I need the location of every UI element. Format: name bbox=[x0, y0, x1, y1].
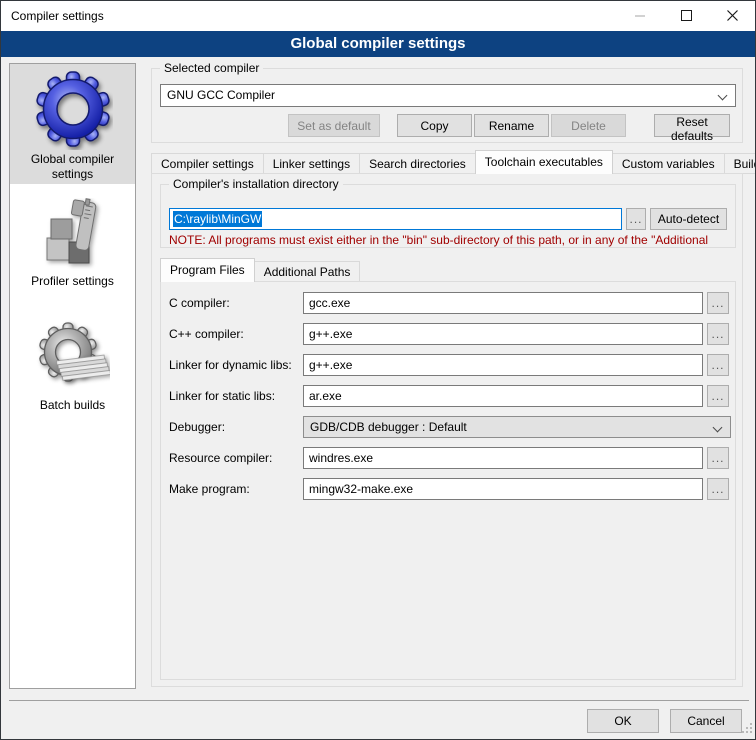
tab-build-options[interactable]: Build bbox=[724, 153, 756, 174]
bin-subdirectory-note: NOTE: All programs must exist either in … bbox=[169, 233, 733, 247]
debugger-value: GDB/CDB debugger : Default bbox=[310, 420, 467, 434]
auto-detect-button[interactable]: Auto-detect bbox=[650, 208, 727, 230]
toolchain-executables-page: Compiler's installation directory C:\ray… bbox=[151, 173, 743, 687]
selected-compiler-select[interactable]: GNU GCC Compiler bbox=[160, 84, 736, 107]
reset-defaults-button[interactable]: Reset defaults bbox=[654, 114, 730, 137]
c-compiler-browse-button[interactable]: ... bbox=[707, 292, 729, 314]
ok-button[interactable]: OK bbox=[587, 709, 659, 733]
field-row-dynamic-linker: Linker for dynamic libs: ... bbox=[161, 354, 735, 376]
cpp-compiler-label: C++ compiler: bbox=[169, 323, 244, 345]
window-title: Compiler settings bbox=[11, 1, 104, 31]
tab-search-directories[interactable]: Search directories bbox=[359, 153, 476, 174]
installation-directory-input[interactable]: C:\raylib\MinGW bbox=[169, 208, 622, 230]
field-row-cpp-compiler: C++ compiler: ... bbox=[161, 323, 735, 345]
maximize-icon bbox=[681, 9, 692, 24]
dynamic-linker-input[interactable] bbox=[303, 354, 703, 376]
rename-button[interactable]: Rename bbox=[474, 114, 549, 137]
dynamic-linker-label: Linker for dynamic libs: bbox=[169, 354, 292, 376]
dynamic-linker-browse-button[interactable]: ... bbox=[707, 354, 729, 376]
profiler-settings-icon bbox=[37, 198, 109, 272]
resource-compiler-label: Resource compiler: bbox=[169, 447, 272, 469]
subtab-additional-paths[interactable]: Additional Paths bbox=[254, 261, 361, 282]
tab-custom-variables[interactable]: Custom variables bbox=[612, 153, 725, 174]
maximize-button[interactable] bbox=[663, 1, 709, 31]
make-program-input[interactable] bbox=[303, 478, 703, 500]
close-icon bbox=[727, 9, 738, 24]
c-compiler-label: C compiler: bbox=[169, 292, 230, 314]
sidebar-item-label: Profiler settings bbox=[10, 274, 135, 289]
minimize-icon bbox=[635, 9, 645, 24]
footer-divider bbox=[9, 700, 749, 701]
close-button[interactable] bbox=[709, 1, 755, 31]
field-row-static-linker: Linker for static libs: ... bbox=[161, 385, 735, 407]
subtab-program-files[interactable]: Program Files bbox=[160, 258, 255, 282]
selected-compiler-value: GNU GCC Compiler bbox=[167, 88, 275, 102]
installation-directory-value: C:\raylib\MinGW bbox=[173, 211, 262, 227]
page-title: Global compiler settings bbox=[1, 31, 755, 57]
caption-buttons bbox=[617, 1, 755, 31]
compiler-settings-dialog: Compiler settings Global compiler settin… bbox=[0, 0, 756, 740]
settings-tabstrip: Compiler settings Linker settings Search… bbox=[151, 150, 756, 174]
debugger-label: Debugger: bbox=[169, 416, 225, 438]
batch-builds-icon bbox=[36, 320, 110, 396]
sidebar-item-batch-builds[interactable]: Batch builds bbox=[10, 316, 135, 426]
sidebar-item-profiler-settings[interactable]: Profiler settings bbox=[10, 194, 135, 304]
minimize-button[interactable] bbox=[617, 1, 663, 31]
program-files-page: C compiler: ... C++ compiler: ... Linker… bbox=[160, 281, 736, 680]
debugger-select[interactable]: GDB/CDB debugger : Default bbox=[303, 416, 731, 438]
sidebar-item-label: Global compiler settings bbox=[10, 152, 135, 182]
field-row-make-program: Make program: ... bbox=[161, 478, 735, 500]
sidebar-item-global-compiler-settings[interactable]: Global compiler settings bbox=[10, 64, 135, 184]
delete-button[interactable]: Delete bbox=[551, 114, 626, 137]
installation-directory-browse-button[interactable]: ... bbox=[626, 208, 646, 230]
set-as-default-button[interactable]: Set as default bbox=[288, 114, 380, 137]
installation-directory-legend: Compiler's installation directory bbox=[169, 177, 343, 192]
tab-toolchain-executables[interactable]: Toolchain executables bbox=[475, 150, 613, 174]
static-linker-input[interactable] bbox=[303, 385, 703, 407]
static-linker-label: Linker for static libs: bbox=[169, 385, 275, 407]
titlebar[interactable]: Compiler settings bbox=[1, 1, 755, 31]
global-compiler-settings-gear-icon bbox=[33, 68, 113, 150]
selected-compiler-legend: Selected compiler bbox=[160, 61, 263, 76]
static-linker-browse-button[interactable]: ... bbox=[707, 385, 729, 407]
tab-compiler-settings[interactable]: Compiler settings bbox=[151, 153, 264, 174]
paths-tabstrip: Program Files Additional Paths bbox=[160, 258, 359, 282]
tab-linker-settings[interactable]: Linker settings bbox=[263, 153, 360, 174]
sidebar-item-label: Batch builds bbox=[10, 398, 135, 413]
cancel-button[interactable]: Cancel bbox=[670, 709, 742, 733]
cpp-compiler-input[interactable] bbox=[303, 323, 703, 345]
field-row-c-compiler: C compiler: ... bbox=[161, 292, 735, 314]
installation-directory-group: Compiler's installation directory C:\ray… bbox=[160, 184, 736, 248]
chevron-down-icon bbox=[718, 91, 728, 101]
c-compiler-input[interactable] bbox=[303, 292, 703, 314]
make-program-label: Make program: bbox=[169, 478, 250, 500]
chevron-down-icon bbox=[713, 423, 723, 433]
field-row-resource-compiler: Resource compiler: ... bbox=[161, 447, 735, 469]
resource-compiler-browse-button[interactable]: ... bbox=[707, 447, 729, 469]
resource-compiler-input[interactable] bbox=[303, 447, 703, 469]
field-row-debugger: Debugger: GDB/CDB debugger : Default bbox=[161, 416, 735, 438]
copy-button[interactable]: Copy bbox=[397, 114, 472, 137]
resize-grip[interactable] bbox=[742, 722, 752, 736]
selected-compiler-group: Selected compiler GNU GCC Compiler Set a… bbox=[151, 68, 743, 143]
settings-category-list: Global compiler settings bbox=[9, 63, 136, 689]
make-program-browse-button[interactable]: ... bbox=[707, 478, 729, 500]
cpp-compiler-browse-button[interactable]: ... bbox=[707, 323, 729, 345]
